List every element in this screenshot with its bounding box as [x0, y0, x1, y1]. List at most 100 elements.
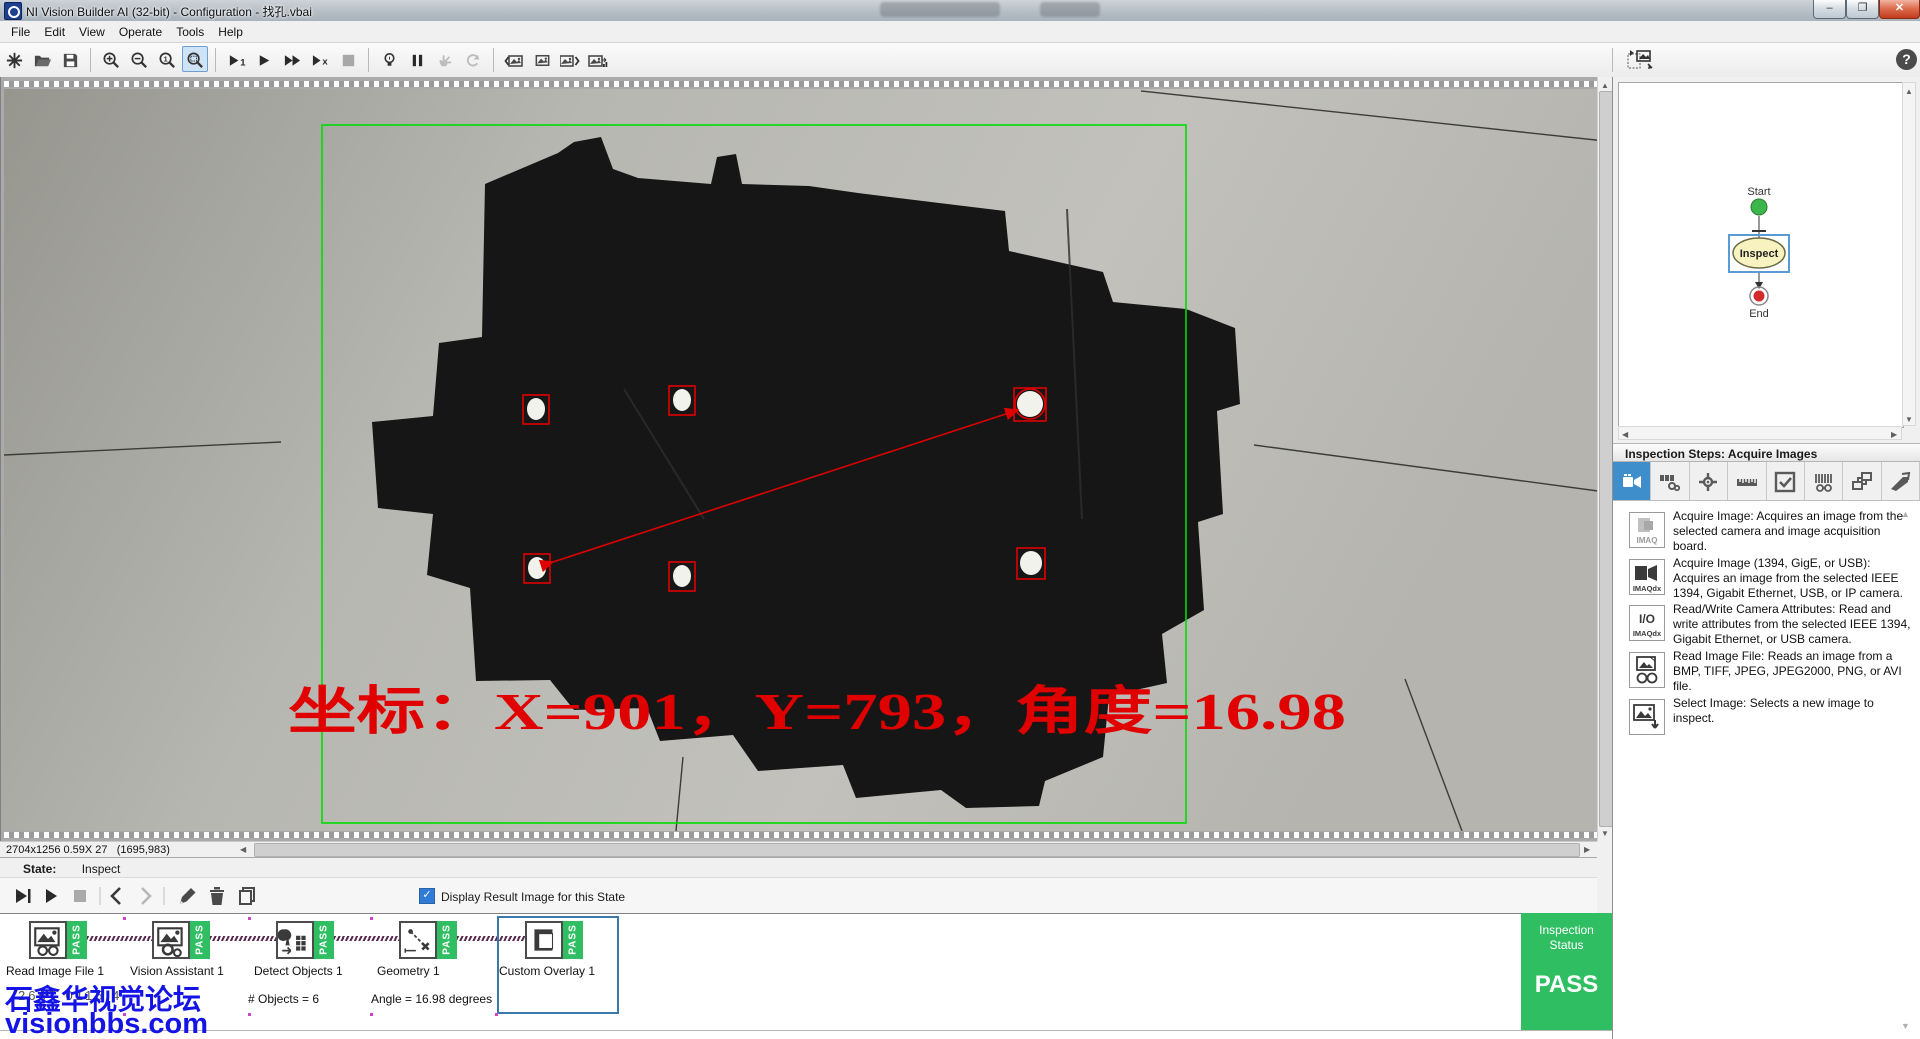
step-icon-0[interactable]: [29, 921, 67, 959]
run-once-button[interactable]: 1: [223, 46, 249, 72]
imaq-icon[interactable]: IMAQ: [1629, 512, 1665, 548]
help-button[interactable]: ?: [1896, 49, 1917, 70]
readfile-icon[interactable]: [1629, 652, 1665, 688]
zoom-actual-button[interactable]: 1: [154, 46, 180, 72]
next-image-button[interactable]: [557, 46, 583, 72]
io-icon[interactable]: I/OIMAQdx: [1629, 605, 1665, 641]
step-list-item[interactable]: Read/Write Camera Attributes: Read and w…: [1673, 602, 1911, 647]
step-icon-2[interactable]: [276, 921, 314, 959]
step-list-item[interactable]: Acquire Image (1394, GigE, or USB): Acqu…: [1673, 556, 1911, 601]
stop-button[interactable]: [335, 46, 361, 72]
step-list-item[interactable]: Acquire Image: Acquires an image from th…: [1673, 509, 1911, 554]
zoom-fit-button[interactable]: [182, 46, 208, 72]
selectimg-icon[interactable]: [1629, 699, 1665, 735]
select-image-tool-icon[interactable]: [1626, 48, 1656, 74]
pan-button[interactable]: [432, 46, 458, 72]
step-label[interactable]: Custom Overlay 1: [499, 964, 595, 978]
minimize-button[interactable]: –: [1813, 0, 1846, 19]
alignment-dot: [370, 1013, 373, 1016]
diagram-vertical-scrollbar[interactable]: ▲ ▼: [1902, 82, 1916, 426]
step-icon-4[interactable]: [525, 921, 563, 959]
end-node[interactable]: [1754, 291, 1765, 302]
scroll-left-icon[interactable]: ◀: [1622, 428, 1628, 442]
scroll-down-icon[interactable]: ▼: [1905, 413, 1913, 427]
step-list-item[interactable]: Read Image File: Reads an image from a B…: [1673, 649, 1911, 694]
tab-check-presence[interactable]: [1767, 462, 1805, 500]
menu-tools[interactable]: Tools: [169, 21, 211, 43]
menu-help[interactable]: Help: [211, 21, 250, 43]
save-inspection-button[interactable]: [57, 46, 83, 72]
image-sequence-button[interactable]: [585, 46, 611, 72]
viewer-vertical-scrollbar[interactable]: ▲ ▼: [1597, 77, 1612, 841]
step-label[interactable]: Vision Assistant 1: [130, 964, 224, 978]
scroll-right-icon[interactable]: ▶: [1584, 843, 1590, 857]
run-state-button[interactable]: [46, 889, 57, 903]
scroll-up-icon[interactable]: ▲: [1905, 85, 1913, 99]
state-diagram[interactable]: Start Inspect End: [1618, 82, 1904, 428]
highlight-button[interactable]: [376, 46, 402, 72]
inspection-image[interactable]: 坐标：X=901，Y=793，角度=16.98: [4, 89, 1598, 831]
toolbar-separator: [368, 48, 369, 72]
list-scroll-down-icon[interactable]: ▼: [1901, 1021, 1910, 1031]
current-image-button[interactable]: [529, 46, 555, 72]
selection-ants-top: [4, 81, 1598, 87]
run-state-once-button[interactable]: [16, 889, 31, 903]
delete-step-icon[interactable]: [210, 887, 224, 905]
open-inspection-button[interactable]: [29, 46, 55, 72]
pause-button[interactable]: [404, 46, 430, 72]
step-label[interactable]: Geometry 1: [377, 964, 440, 978]
inspection-steps-header: Inspection Steps: Acquire Images: [1613, 443, 1920, 462]
image-viewer[interactable]: 坐标：X=901，Y=793，角度=16.98: [0, 77, 1597, 841]
zoom-out-button[interactable]: [126, 46, 152, 72]
scroll-left-icon[interactable]: ◀: [240, 843, 246, 857]
aero-smudge: [880, 2, 1000, 17]
run-button[interactable]: [251, 46, 277, 72]
alignment-dot: [495, 1013, 498, 1016]
start-node[interactable]: [1751, 199, 1767, 215]
tab-locate-features[interactable]: [1690, 462, 1728, 500]
display-result-checkbox[interactable]: ✓: [419, 888, 435, 904]
app-window: { "window": { "title": "NI Vision Builde…: [0, 0, 1920, 1039]
run-continuous-button[interactable]: [279, 46, 305, 72]
zoom-in-button[interactable]: [98, 46, 124, 72]
step-label[interactable]: Detect Objects 1: [254, 964, 343, 978]
next-state-button[interactable]: [142, 888, 150, 904]
alignment-dot: [123, 917, 126, 920]
run-times-button[interactable]: x: [307, 46, 333, 72]
scrollbar-thumb[interactable]: [1599, 91, 1613, 827]
previous-state-button[interactable]: [112, 888, 120, 904]
tab-additional-tools[interactable]: [1882, 462, 1920, 500]
previous-image-button[interactable]: [501, 46, 527, 72]
copy-step-icon[interactable]: [240, 888, 254, 904]
edit-step-icon[interactable]: [180, 888, 196, 904]
menu-operate[interactable]: Operate: [112, 21, 169, 43]
step-label[interactable]: Read Image File 1: [6, 964, 104, 978]
tab-communicate[interactable]: [1843, 462, 1881, 500]
close-button[interactable]: ✕: [1879, 0, 1920, 19]
horizontal-scrollbar-thumb[interactable]: [254, 843, 1580, 857]
diagram-horizontal-scrollbar[interactable]: ◀ ▶: [1618, 426, 1902, 440]
tab-acquire-images[interactable]: [1613, 462, 1651, 500]
scroll-right-icon[interactable]: ▶: [1891, 428, 1897, 442]
step-connector: [210, 936, 276, 941]
menu-file[interactable]: File: [4, 21, 37, 43]
step-icon-3[interactable]: [399, 921, 437, 959]
scroll-down-icon[interactable]: ▼: [1601, 827, 1609, 841]
restore-button[interactable]: ❐: [1846, 0, 1879, 19]
redo-button[interactable]: [460, 46, 486, 72]
tab-measure-features[interactable]: [1728, 462, 1766, 500]
menu-view[interactable]: View: [72, 21, 112, 43]
imaqdx-icon[interactable]: IMAQdx: [1629, 559, 1665, 595]
state-toolbar: ✓ Display Result Image for this State: [0, 877, 1597, 913]
tab-identify-parts[interactable]: [1805, 462, 1843, 500]
menu-edit[interactable]: Edit: [37, 21, 72, 43]
step-list-item[interactable]: Select Image: Selects a new image to ins…: [1673, 696, 1911, 726]
inspection-status-label: Inspection Status: [1521, 923, 1612, 953]
step-status-badge: PASS: [437, 921, 457, 959]
step-connector: [334, 936, 399, 941]
state-bar: State: Inspect: [0, 857, 1597, 877]
new-inspection-button[interactable]: [1, 46, 27, 72]
tab-enhance-images[interactable]: [1651, 462, 1689, 500]
stop-state-button[interactable]: [74, 890, 86, 902]
step-icon-1[interactable]: [152, 921, 190, 959]
